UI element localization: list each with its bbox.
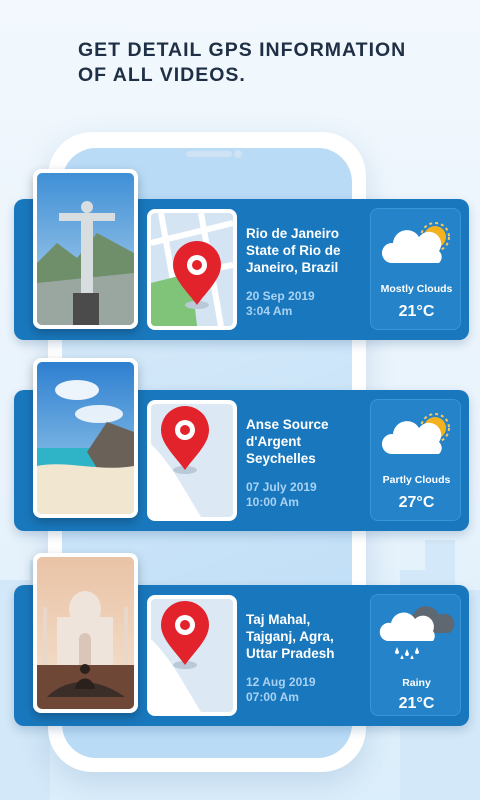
weather-box: Partly Clouds 27°C	[370, 399, 461, 521]
temperature: 21°C	[398, 695, 435, 712]
recorded-datetime: 12 Aug 2019 07:00 Am	[246, 675, 316, 704]
weather-label: Rainy	[402, 677, 431, 689]
location-name: Taj Mahal, Tajganj, Agra, Uttar Pradesh	[246, 612, 335, 661]
location-name: Anse Source d'Argent Seychelles	[246, 417, 329, 466]
temperature: 27°C	[398, 494, 435, 511]
video-thumbnail[interactable]	[33, 169, 138, 329]
headline-line-2: OF ALL VIDEOS.	[78, 64, 246, 86]
recorded-datetime: 20 Sep 2019 3:04 Am	[246, 289, 315, 318]
headline: GET DETAIL GPS INFORMATION OF ALL VIDEOS…	[78, 38, 438, 88]
video-thumbnail[interactable]	[33, 553, 138, 713]
beach-photo	[37, 362, 134, 514]
map-thumbnail[interactable]	[147, 209, 237, 330]
phone-camera	[234, 150, 242, 158]
weather-label: Partly Clouds	[382, 474, 451, 486]
cloud-sun-icon	[381, 413, 450, 454]
map-pin-icon	[151, 599, 233, 712]
map-thumbnail[interactable]	[147, 400, 237, 521]
map-thumbnail[interactable]	[147, 595, 237, 716]
headline-line-1: GET DETAIL GPS INFORMATION	[78, 39, 407, 61]
weather-box: Rainy 21°C	[370, 594, 461, 716]
christ-redeemer-photo	[37, 173, 134, 325]
weather-box: Mostly Clouds 21°C	[370, 208, 461, 330]
map-pin-icon	[151, 213, 233, 326]
location-name: Rio de Janeiro State of Rio de Janeiro, …	[246, 226, 341, 275]
taj-mahal-photo	[37, 557, 134, 709]
phone-speaker	[186, 151, 232, 157]
map-pin-icon	[151, 404, 233, 517]
recorded-datetime: 07 July 2019 10:00 Am	[246, 480, 317, 509]
video-thumbnail[interactable]	[33, 358, 138, 518]
rain-cloud-icon	[379, 606, 455, 659]
temperature: 21°C	[398, 303, 435, 320]
cloud-sun-icon	[381, 222, 450, 263]
weather-label: Mostly Clouds	[380, 283, 453, 295]
